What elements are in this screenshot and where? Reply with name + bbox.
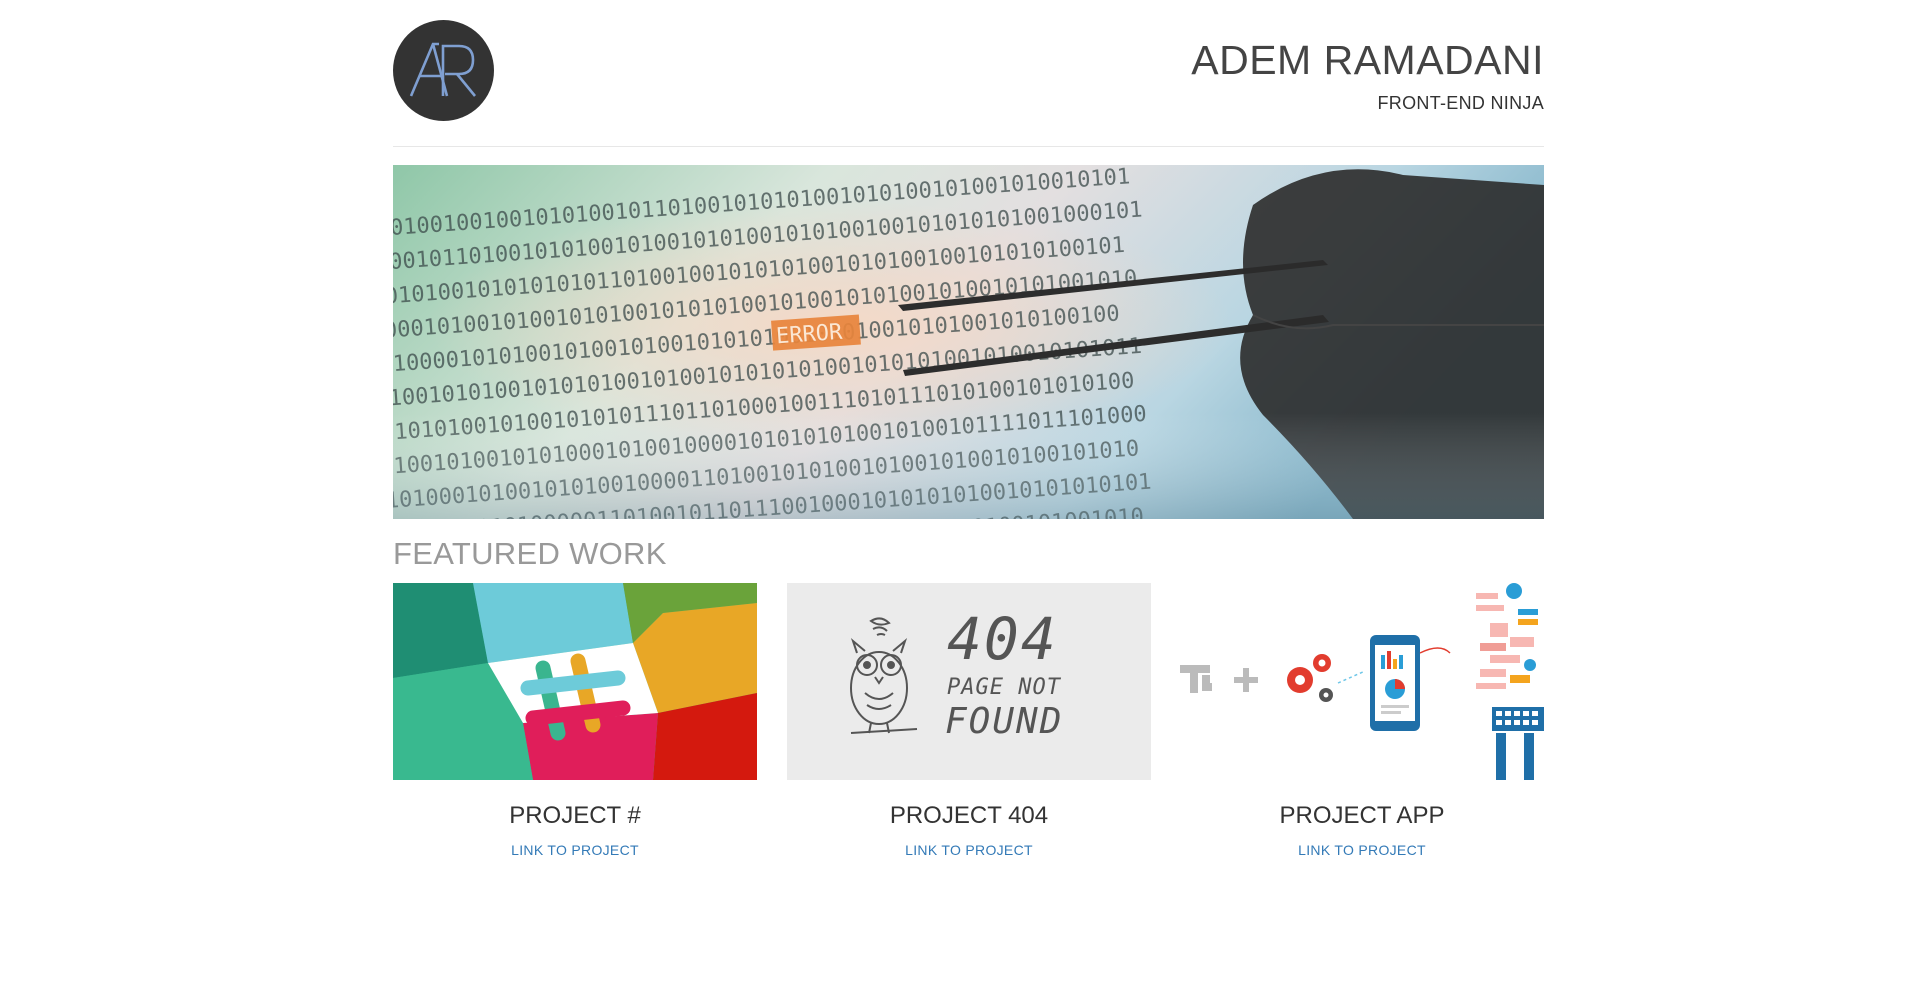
site-owner-name: ADEM RAMADANI [1191, 37, 1544, 83]
project-thumbnail[interactable] [1180, 583, 1544, 780]
page-container: ADEM RAMADANI FRONT-END NINJA FEATURED W… [393, 0, 1544, 858]
logo-monogram-icon [409, 42, 477, 97]
project-title: PROJECT APP [1279, 802, 1445, 829]
project-title: PROJECT 404 [889, 802, 1049, 829]
projects-grid: PROJECT # LINK TO PROJECT 404 PAGE NOT F… [393, 583, 1544, 863]
app-infographic-icon [1180, 583, 1544, 780]
logo[interactable] [393, 20, 494, 121]
project-title: PROJECT # [509, 802, 641, 829]
project-link[interactable]: LINK TO PROJECT [1180, 842, 1544, 858]
project-card: 404 PAGE NOT FOUND PROJECT 404 LINK TO P… [787, 583, 1151, 858]
project-card: PROJECT # LINK TO PROJECT [393, 583, 757, 858]
project-thumbnail[interactable] [393, 583, 757, 780]
project-link[interactable]: LINK TO PROJECT [393, 842, 757, 858]
project-thumbnail[interactable]: 404 PAGE NOT FOUND [787, 583, 1151, 780]
hero-image: 0101001001001010100101101001010101001010… [393, 165, 1544, 519]
site-tagline: FRONT-END NINJA [1377, 93, 1544, 113]
thumb-page-not-text: PAGE NOT [947, 675, 1061, 700]
featured-work-heading: FEATURED WORK [393, 536, 667, 571]
thumb-found-text: FOUND [945, 701, 1064, 742]
site-header: ADEM RAMADANI FRONT-END NINJA [393, 0, 1544, 147]
slack-logo-icon [393, 583, 757, 780]
project-card: PROJECT APP LINK TO PROJECT [1180, 583, 1544, 858]
project-link[interactable]: LINK TO PROJECT [787, 842, 1151, 858]
thumb-404-text: 404 [947, 605, 1058, 673]
